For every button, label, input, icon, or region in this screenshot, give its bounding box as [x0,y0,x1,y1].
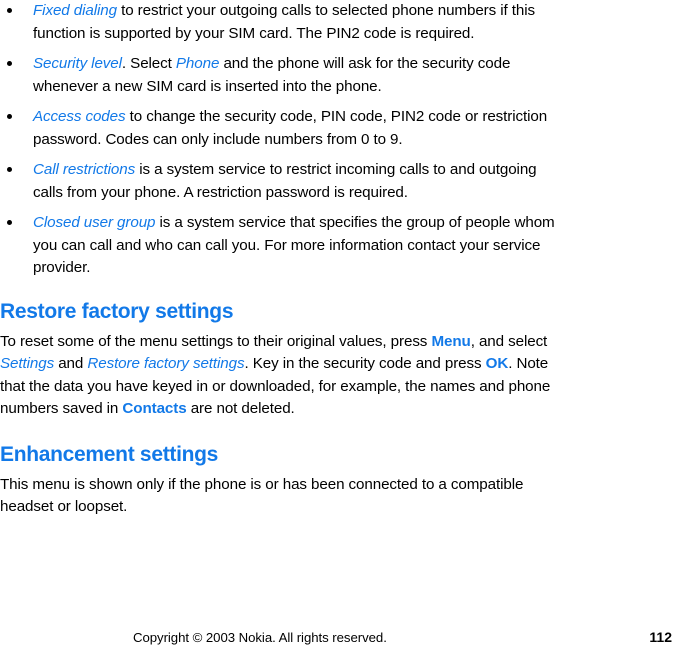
paragraph-text-part-3: and [54,355,88,372]
manual-page: Fixed dialing to restrict your outgoing … [0,0,674,649]
bullet-point-icon [7,61,12,66]
list-item: Call restrictions is a system service to… [0,159,568,204]
bullet-point-icon [7,167,12,172]
page-footer: Copyright © 2003 Nokia. All rights reser… [0,628,674,649]
setting-value-phone: Phone [175,55,220,72]
settings-bullet-list: Fixed dialing to restrict your outgoing … [0,0,600,280]
bullet-point-icon [7,220,12,225]
setting-name-call-restrictions: Call restrictions [33,161,136,178]
setting-name-access-codes: Access codes [33,108,126,125]
heading-enhancement-settings: Enhancement settings [0,442,219,466]
paragraph-text-part-4: . Key in the security code and press [244,355,486,372]
key-label-contacts: Contacts [122,400,187,417]
key-label-menu: Menu [431,332,471,350]
list-item: Fixed dialing to restrict your outgoing … [0,0,568,45]
menu-name-settings: Settings [0,355,55,372]
page-number: 112 [649,629,672,645]
paragraph-text-part-2: , and select [470,332,548,350]
page-content: Fixed dialing to restrict your outgoing … [0,0,600,519]
paragraph-restore-factory-settings: To reset some of the menu settings to th… [0,331,563,421]
list-item: Security level. Select Phone and the pho… [0,53,568,98]
setting-name-closed-user-group: Closed user group [33,214,156,231]
bullet-point-icon [7,114,12,119]
list-item: Closed user group is a system service th… [0,212,568,280]
copyright-notice: Copyright © 2003 Nokia. All rights reser… [133,630,387,645]
setting-name-fixed-dialing: Fixed dialing [33,2,117,19]
paragraph-enhancement-settings: This menu is shown only if the phone is … [0,475,524,516]
paragraph-text-part-1: To reset some of the menu settings to th… [0,332,432,350]
paragraph-text-part-6: are not deleted. [186,400,295,417]
list-item: Access codes to change the security code… [0,106,568,151]
setting-name-security-level: Security level [33,55,122,72]
menu-name-restore-factory-settings: Restore factory settings [87,355,245,372]
key-label-ok: OK [485,355,509,372]
list-item-text-mid: . Select [121,55,176,72]
bullet-point-icon [7,8,12,13]
heading-restore-factory-settings: Restore factory settings [0,299,234,323]
